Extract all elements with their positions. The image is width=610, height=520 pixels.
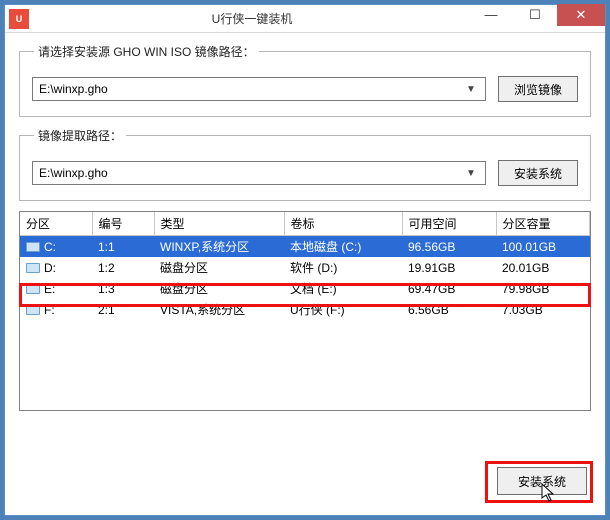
minimize-button[interactable]: — (469, 4, 513, 26)
th-number[interactable]: 编号 (92, 212, 154, 236)
table-header-row: 分区 编号 类型 卷标 可用空间 分区容量 (20, 212, 590, 236)
source-select[interactable]: E:\winxp.gho ▼ (32, 77, 486, 101)
cell-number: 2:1 (92, 299, 154, 320)
cell-label: 文档 (E:) (284, 278, 402, 299)
cell-type: 磁盘分区 (154, 257, 284, 278)
source-select-value: E:\winxp.gho (39, 82, 463, 96)
drive-icon (26, 305, 40, 315)
th-partition[interactable]: 分区 (20, 212, 92, 236)
cell-capacity: 20.01GB (496, 257, 590, 278)
app-window: U U行侠一键装机 — ☐ ✕ 请选择安装源 GHO WIN ISO 镜像路径：… (4, 4, 606, 516)
cell-partition: E: (20, 278, 92, 299)
th-label[interactable]: 卷标 (284, 212, 402, 236)
install-button-top-label: 安装系统 (514, 165, 562, 182)
browse-button[interactable]: 浏览镜像 (498, 76, 578, 102)
close-button[interactable]: ✕ (557, 4, 605, 26)
footer: 安装系统 (497, 467, 587, 495)
table-row[interactable]: C: 1:1WINXP,系统分区本地磁盘 (C:)96.56GB100.01GB (20, 236, 590, 258)
cell-partition: F: (20, 299, 92, 320)
extract-group-legend: 镜像提取路径： (34, 127, 126, 144)
cell-type: 磁盘分区 (154, 278, 284, 299)
chevron-down-icon: ▼ (463, 162, 479, 184)
window-title: U行侠一键装机 (35, 10, 469, 27)
cell-partition: C: (20, 236, 92, 258)
cell-number: 1:1 (92, 236, 154, 258)
cell-label: U行侠 (F:) (284, 299, 402, 320)
cell-free: 69.47GB (402, 278, 496, 299)
app-icon: U (9, 9, 29, 29)
cell-free: 6.56GB (402, 299, 496, 320)
cell-capacity: 79.98GB (496, 278, 590, 299)
drive-letter: F: (44, 303, 55, 317)
install-button-bottom[interactable]: 安装系统 (497, 467, 587, 495)
cell-free: 96.56GB (402, 236, 496, 258)
source-group-legend: 请选择安装源 GHO WIN ISO 镜像路径： (34, 43, 259, 60)
extract-select-value: E:\winxp.gho (39, 166, 463, 180)
chevron-down-icon: ▼ (463, 78, 479, 100)
drive-letter: D: (44, 261, 56, 275)
install-button-bottom-label: 安装系统 (518, 473, 566, 490)
cell-label: 本地磁盘 (C:) (284, 236, 402, 258)
cell-type: VISTA,系统分区 (154, 299, 284, 320)
cell-free: 19.91GB (402, 257, 496, 278)
title-bar: U U行侠一键装机 — ☐ ✕ (5, 5, 605, 33)
th-free[interactable]: 可用空间 (402, 212, 496, 236)
drive-icon (26, 242, 40, 252)
table-row[interactable]: F: 2:1VISTA,系统分区U行侠 (F:)6.56GB7.03GB (20, 299, 590, 320)
drive-icon (26, 263, 40, 273)
content-area: 请选择安装源 GHO WIN ISO 镜像路径： E:\winxp.gho ▼ … (5, 33, 605, 425)
cell-type: WINXP,系统分区 (154, 236, 284, 258)
cell-label: 软件 (D:) (284, 257, 402, 278)
th-capacity[interactable]: 分区容量 (496, 212, 590, 236)
window-controls: — ☐ ✕ (469, 5, 605, 33)
cell-capacity: 100.01GB (496, 236, 590, 258)
app-icon-letter: U (16, 14, 23, 24)
drive-letter: E: (44, 282, 55, 296)
partition-table[interactable]: 分区 编号 类型 卷标 可用空间 分区容量 C: 1:1WINXP,系统分区本地磁… (19, 211, 591, 411)
browse-button-label: 浏览镜像 (514, 81, 562, 98)
source-group: 请选择安装源 GHO WIN ISO 镜像路径： E:\winxp.gho ▼ … (19, 43, 591, 117)
drive-icon (26, 284, 40, 294)
maximize-button[interactable]: ☐ (513, 4, 557, 26)
install-button-top[interactable]: 安装系统 (498, 160, 578, 186)
table-row[interactable]: E: 1:3磁盘分区文档 (E:)69.47GB79.98GB (20, 278, 590, 299)
cell-number: 1:3 (92, 278, 154, 299)
th-type[interactable]: 类型 (154, 212, 284, 236)
table-row[interactable]: D: 1:2磁盘分区软件 (D:)19.91GB20.01GB (20, 257, 590, 278)
extract-select[interactable]: E:\winxp.gho ▼ (32, 161, 486, 185)
cell-number: 1:2 (92, 257, 154, 278)
cell-capacity: 7.03GB (496, 299, 590, 320)
extract-group: 镜像提取路径： E:\winxp.gho ▼ 安装系统 (19, 127, 591, 201)
drive-letter: C: (44, 240, 56, 254)
cell-partition: D: (20, 257, 92, 278)
